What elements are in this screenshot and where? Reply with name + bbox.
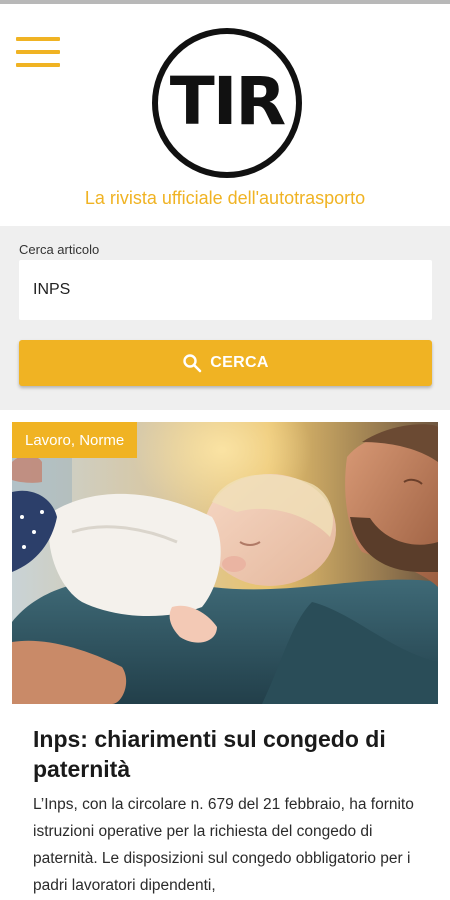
search-panel: Cerca articolo CERCA [0,226,450,410]
menu-bar [16,63,60,67]
article-card[interactable]: Lavoro, Norme Inps: chiarimenti sul cong… [12,422,438,894]
search-input[interactable] [19,260,432,320]
article-title[interactable]: Inps: chiarimenti sul congedo di paterni… [33,724,423,784]
article-photo [12,422,438,704]
article-excerpt: L’Inps, con la circolare n. 679 del 21 f… [33,796,414,894]
app-header: TIR La rivista ufficiale dell'autotraspo… [0,4,450,226]
menu-bar [16,37,60,41]
tir-logo[interactable]: TIR [152,28,302,178]
search-button[interactable]: CERCA [19,340,432,386]
menu-bar [16,50,60,54]
search-icon [183,354,202,373]
logo-text: TIR [169,63,286,140]
hamburger-menu-icon[interactable] [16,34,60,70]
tagline: La rivista ufficiale dell'autotrasporto [84,188,366,208]
category-badge[interactable]: Lavoro, Norme [12,422,138,458]
search-button-label: CERCA [210,354,269,371]
search-label: Cerca articolo [19,242,100,257]
article-image[interactable]: Lavoro, Norme [12,422,438,704]
